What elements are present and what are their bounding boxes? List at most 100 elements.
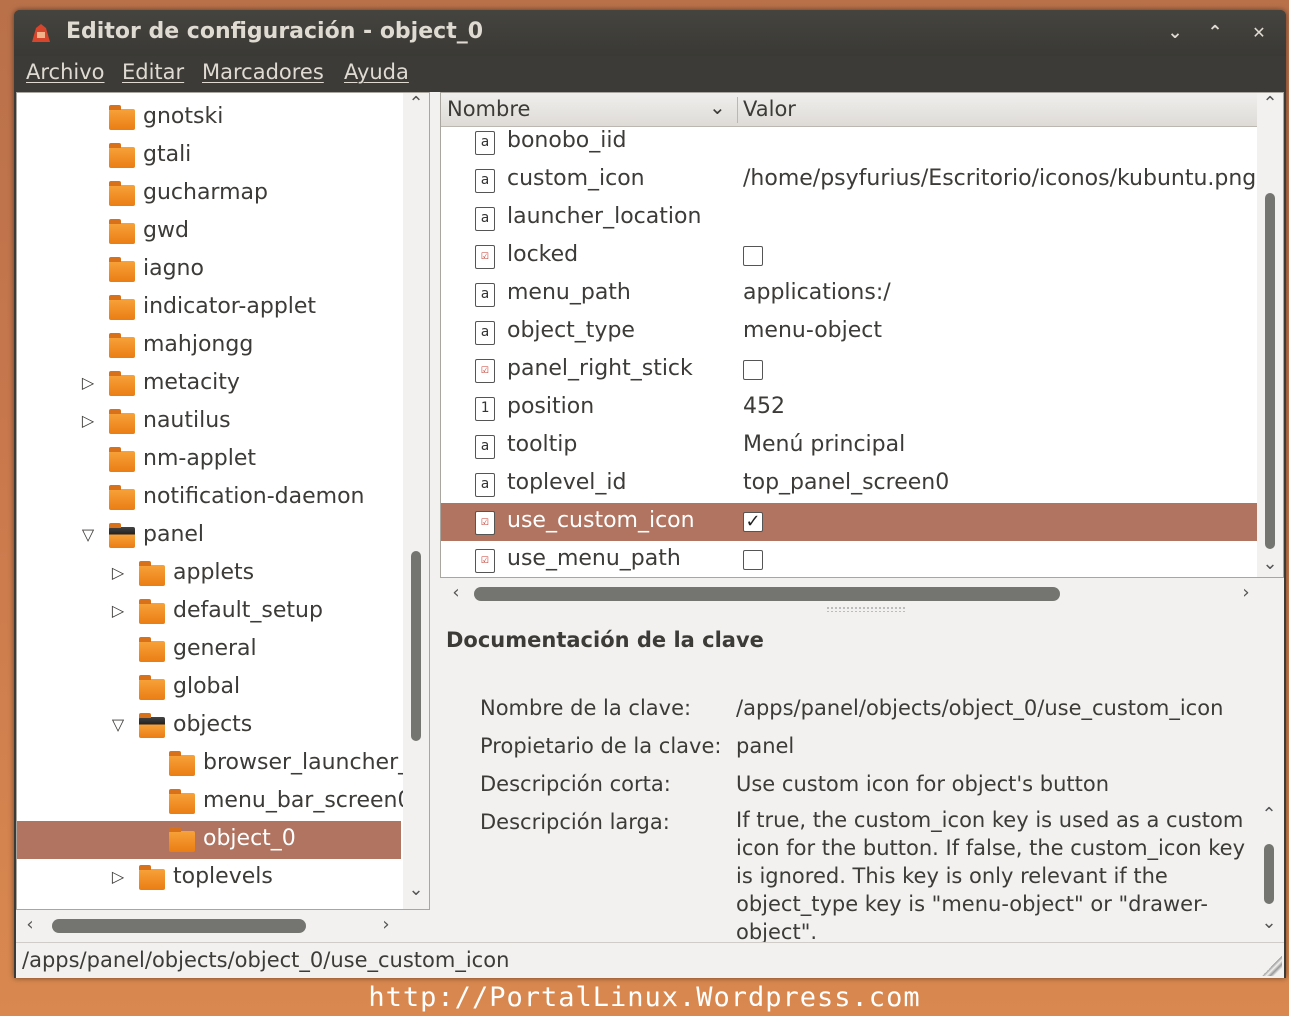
menu-ayuda[interactable]: Ayuda <box>344 60 409 84</box>
scroll-up-icon[interactable]: ⌃ <box>1260 93 1280 114</box>
tree-item-label: global <box>173 674 241 699</box>
gconf-editor-window: Editor de configuración - object_0 ⌄ ⌃ ✕… <box>14 10 1286 978</box>
tree-item[interactable]: ▽ objects <box>17 707 401 745</box>
key-row[interactable]: ☑ use_custom_icon ✓ <box>441 503 1257 541</box>
tree-item[interactable]: iagno <box>17 251 401 289</box>
scroll-right-icon[interactable]: › <box>1236 582 1256 603</box>
tree-item[interactable]: global <box>17 669 401 707</box>
collapsed-triangle-icon[interactable]: ▷ <box>111 868 125 886</box>
key-row[interactable]: a menu_path applications:/ <box>441 275 1257 313</box>
key-name: toplevel_id <box>507 470 627 495</box>
tree-item[interactable]: ▷ toplevels <box>17 859 401 897</box>
tree-item[interactable]: gtali <box>17 137 401 175</box>
scroll-down-icon[interactable]: ⌄ <box>1260 553 1280 574</box>
tree-item[interactable]: notification-daemon <box>17 479 401 517</box>
key-name: tooltip <box>507 432 578 457</box>
tree-item-label: general <box>173 636 257 661</box>
tree-item-label: mahjongg <box>143 332 254 357</box>
key-row[interactable]: a toplevel_id top_panel_screen0 <box>441 465 1257 503</box>
key-row[interactable]: ☑ locked <box>441 237 1257 275</box>
key-name: locked <box>507 242 579 267</box>
tree-item[interactable]: ▽ panel <box>17 517 401 555</box>
tree-item[interactable]: ▷ metacity <box>17 365 401 403</box>
menu-marcadores[interactable]: Marcadores <box>202 60 324 84</box>
sort-chevron-icon[interactable]: ⌄ <box>709 95 726 119</box>
tree-scroll-thumb[interactable] <box>411 551 421 741</box>
list-vertical-scrollbar[interactable]: ⌃ ⌄ <box>1257 93 1283 577</box>
value-checkbox[interactable] <box>743 246 763 266</box>
scroll-down-icon[interactable]: ⌄ <box>406 879 426 900</box>
expanded-triangle-icon[interactable]: ▽ <box>81 526 95 544</box>
tree-item[interactable]: menu_bar_screen0 <box>17 783 411 821</box>
value-checkbox[interactable] <box>743 360 763 380</box>
value-checkbox[interactable] <box>743 550 763 570</box>
tree-item-label: default_setup <box>173 598 323 623</box>
key-row[interactable]: ☑ use_menu_path <box>441 541 1257 577</box>
tree-item[interactable]: ▷ nautilus <box>17 403 401 441</box>
tree-item[interactable]: gnotski <box>17 99 401 137</box>
column-header-value[interactable]: Valor <box>743 97 796 121</box>
list-scroll-thumb[interactable] <box>1265 193 1275 549</box>
key-row[interactable]: ☑ panel_right_stick <box>441 351 1257 389</box>
column-header-name[interactable]: Nombre <box>447 97 530 121</box>
tree-item[interactable]: gucharmap <box>17 175 401 213</box>
scroll-left-icon[interactable]: ‹ <box>446 582 466 603</box>
value-checkbox[interactable]: ✓ <box>743 512 763 532</box>
collapsed-triangle-icon[interactable]: ▷ <box>81 412 95 430</box>
minimize-button[interactable]: ⌄ <box>1160 20 1190 46</box>
scroll-right-icon[interactable]: › <box>376 914 396 935</box>
key-value[interactable]: applications:/ <box>743 280 891 305</box>
resize-grip-icon[interactable] <box>1262 956 1282 976</box>
title-bar[interactable]: Editor de configuración - object_0 ⌄ ⌃ ✕ <box>14 10 1286 56</box>
string-key-icon: a <box>475 169 495 193</box>
maximize-button[interactable]: ⌃ <box>1200 20 1230 46</box>
tree-hscroll-thumb[interactable] <box>52 919 306 933</box>
key-value[interactable]: top_panel_screen0 <box>743 470 949 495</box>
close-button[interactable]: ✕ <box>1244 20 1274 46</box>
tree-horizontal-scrollbar[interactable]: ‹ › <box>16 910 430 942</box>
menu-archivo[interactable]: Archivo <box>26 60 105 84</box>
key-name-label: Nombre de la clave: <box>480 696 692 720</box>
tree-item[interactable]: gwd <box>17 213 401 251</box>
key-value[interactable]: 452 <box>743 394 785 419</box>
description-scroll-thumb[interactable] <box>1264 844 1274 904</box>
key-row[interactable]: a tooltip Menú principal <box>441 427 1257 465</box>
tree-vertical-scrollbar[interactable]: ⌃ ⌄ <box>403 93 429 909</box>
description-scrollbar[interactable]: ⌃ ⌄ <box>1256 804 1282 940</box>
tree-item-label: menu_bar_screen0 <box>203 788 412 813</box>
folder-icon <box>139 599 165 624</box>
scroll-left-icon[interactable]: ‹ <box>20 914 40 935</box>
documentation-title: Documentación de la clave <box>446 628 764 652</box>
key-row[interactable]: a bonobo_iid <box>441 123 1257 161</box>
tree-item[interactable]: browser_launcher_ <box>17 745 409 783</box>
key-value[interactable]: menu-object <box>743 318 882 343</box>
collapsed-triangle-icon[interactable]: ▷ <box>111 602 125 620</box>
menu-editar[interactable]: Editar <box>122 60 184 84</box>
folder-icon <box>139 713 165 738</box>
tree-item[interactable]: general <box>17 631 401 669</box>
tree-item[interactable]: nm-applet <box>17 441 401 479</box>
tree-item-label: applets <box>173 560 255 585</box>
boolean-key-icon: ☑ <box>475 549 495 573</box>
collapsed-triangle-icon[interactable]: ▷ <box>111 564 125 582</box>
key-name: panel_right_stick <box>507 356 693 381</box>
collapsed-triangle-icon[interactable]: ▷ <box>81 374 95 392</box>
tree-item[interactable]: ▷ applets <box>17 555 401 593</box>
key-row[interactable]: a launcher_location <box>441 199 1257 237</box>
list-hscroll-thumb[interactable] <box>474 587 1060 601</box>
tree-item-label: nm-applet <box>143 446 256 471</box>
tree-item[interactable]: object_0 <box>17 821 401 859</box>
scroll-up-icon[interactable]: ⌃ <box>1259 804 1279 825</box>
expanded-triangle-icon[interactable]: ▽ <box>111 716 125 734</box>
key-value[interactable]: /home/psyfurius/Escritorio/iconos/kubunt… <box>743 166 1256 191</box>
key-value[interactable]: Menú principal <box>743 432 905 457</box>
tree-item[interactable]: mahjongg <box>17 327 401 365</box>
key-row[interactable]: a custom_icon/home/psyfurius/Escritorio/i… <box>441 161 1257 199</box>
pane-resize-handle[interactable] <box>826 606 906 612</box>
tree-item[interactable]: indicator-applet <box>17 289 401 327</box>
tree-item[interactable]: ▷ default_setup <box>17 593 401 631</box>
scroll-up-icon[interactable]: ⌃ <box>406 93 426 114</box>
key-row[interactable]: 1 position 452 <box>441 389 1257 427</box>
key-row[interactable]: a object_type menu-object <box>441 313 1257 351</box>
scroll-down-icon[interactable]: ⌄ <box>1259 912 1279 933</box>
